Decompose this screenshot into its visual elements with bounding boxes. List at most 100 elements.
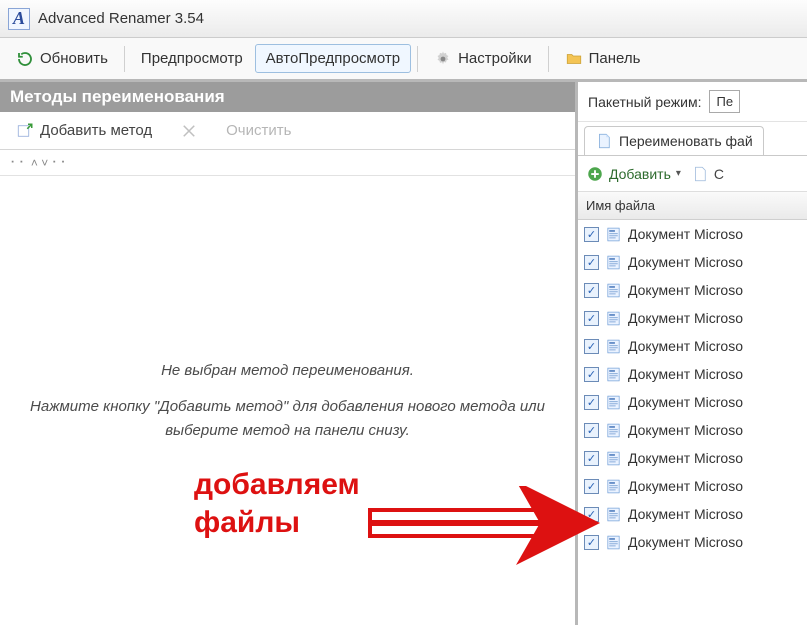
checkbox[interactable]: ✓ — [584, 451, 599, 466]
file-name: Документ Microso — [628, 478, 743, 494]
grid-header[interactable]: Имя файла — [578, 192, 807, 220]
tab-bar: Переименовать фай — [578, 122, 807, 156]
folder-icon — [565, 50, 583, 68]
create-folder-button[interactable]: С — [691, 165, 724, 183]
clear-label: Очистить — [226, 122, 291, 139]
window-title: Advanced Renamer 3.54 — [38, 10, 204, 27]
word-doc-icon — [605, 478, 622, 495]
checkbox[interactable]: ✓ — [584, 227, 599, 242]
word-doc-icon — [605, 226, 622, 243]
panel-label: Панель — [589, 50, 641, 67]
subtoolbar-glyphs: ⠂⠂ ˄ ˅ ⠂⠂ — [10, 156, 69, 170]
file-name: Документ Microso — [628, 506, 743, 522]
table-row[interactable]: ✓ Документ Microso — [578, 360, 807, 388]
tab-rename-files[interactable]: Переименовать фай — [584, 126, 764, 155]
add-files-button[interactable]: Добавить ▾ — [586, 165, 681, 183]
plus-icon — [586, 165, 604, 183]
checkbox[interactable]: ✓ — [584, 535, 599, 550]
add-files-label: Добавить — [609, 166, 671, 182]
table-row[interactable]: ✓ Документ Microso — [578, 528, 807, 556]
titlebar: A Advanced Renamer 3.54 — [0, 0, 807, 38]
table-row[interactable]: ✓ Документ Microso — [578, 388, 807, 416]
autopreview-label: АвтоПредпросмотр — [266, 50, 400, 67]
file-name: Документ Microso — [628, 338, 743, 354]
file-icon — [595, 132, 613, 150]
checkbox[interactable]: ✓ — [584, 479, 599, 494]
word-doc-icon — [605, 394, 622, 411]
checkbox[interactable]: ✓ — [584, 255, 599, 270]
file-name: Документ Microso — [628, 394, 743, 410]
methods-title: Методы переименования — [10, 87, 225, 107]
table-row[interactable]: ✓ Документ Microso — [578, 332, 807, 360]
checkbox[interactable]: ✓ — [584, 339, 599, 354]
table-row[interactable]: ✓ Документ Microso — [578, 276, 807, 304]
empty-line-2: Нажмите кнопку "Добавить метод" для доба… — [30, 395, 545, 443]
add-method-button[interactable]: Добавить метод — [8, 118, 160, 144]
table-row[interactable]: ✓ Документ Microso — [578, 304, 807, 332]
methods-panel: Методы переименования Добавить метод Очи… — [0, 82, 578, 625]
file-name: Документ Microso — [628, 534, 743, 550]
table-row[interactable]: ✓ Документ Microso — [578, 472, 807, 500]
methods-toolbar: Добавить метод Очистить — [0, 112, 575, 150]
delete-icon — [180, 122, 198, 140]
add-method-label: Добавить метод — [40, 122, 152, 139]
toolbar-separator — [548, 46, 549, 72]
files-panel: Пакетный режим: Пе Переименовать фай Доб… — [578, 82, 807, 625]
settings-button[interactable]: Настройки — [424, 45, 542, 73]
checkbox[interactable]: ✓ — [584, 283, 599, 298]
create-folder-label: С — [714, 166, 724, 182]
gear-icon — [434, 50, 452, 68]
word-doc-icon — [605, 254, 622, 271]
clear-methods-button: Очистить — [218, 118, 299, 143]
autopreview-button[interactable]: АвтоПредпросмотр — [255, 44, 411, 73]
app-icon: A — [8, 8, 30, 30]
table-row[interactable]: ✓ Документ Microso — [578, 248, 807, 276]
word-doc-icon — [605, 422, 622, 439]
settings-label: Настройки — [458, 50, 532, 67]
preview-button[interactable]: Предпросмотр — [131, 45, 253, 72]
batch-mode-select[interactable]: Пе — [709, 90, 740, 113]
word-doc-icon — [605, 282, 622, 299]
checkbox[interactable]: ✓ — [584, 311, 599, 326]
table-row[interactable]: ✓ Документ Microso — [578, 416, 807, 444]
main-toolbar: Обновить Предпросмотр АвтоПредпросмотр Н… — [0, 38, 807, 82]
new-file-icon — [691, 165, 709, 183]
column-filename: Имя файла — [586, 198, 655, 213]
word-doc-icon — [605, 506, 622, 523]
panel-button[interactable]: Панель — [555, 45, 651, 73]
add-method-icon — [16, 122, 34, 140]
preview-label: Предпросмотр — [141, 50, 243, 67]
word-doc-icon — [605, 338, 622, 355]
file-name: Документ Microso — [628, 226, 743, 242]
empty-line-1: Не выбран метод переименования. — [161, 359, 414, 383]
methods-header: Методы переименования — [0, 82, 575, 112]
methods-empty-state: Не выбран метод переименования. Нажмите … — [0, 176, 575, 625]
file-name: Документ Microso — [628, 450, 743, 466]
file-name: Документ Microso — [628, 310, 743, 326]
refresh-icon — [16, 50, 34, 68]
table-row[interactable]: ✓ Документ Microso — [578, 220, 807, 248]
checkbox[interactable]: ✓ — [584, 423, 599, 438]
refresh-button[interactable]: Обновить — [6, 45, 118, 73]
annotation-line-2: файлы — [194, 504, 360, 542]
file-list-toolbar: Добавить ▾ С — [578, 156, 807, 192]
checkbox[interactable]: ✓ — [584, 367, 599, 382]
word-doc-icon — [605, 366, 622, 383]
file-name: Документ Microso — [628, 282, 743, 298]
toolbar-separator — [417, 46, 418, 72]
batch-mode-label: Пакетный режим: — [588, 94, 701, 110]
file-list[interactable]: ✓ Документ Microso ✓ Документ Microso ✓ Докум… — [578, 220, 807, 625]
table-row[interactable]: ✓ Документ Microso — [578, 444, 807, 472]
table-row[interactable]: ✓ Документ Microso — [578, 500, 807, 528]
file-name: Документ Microso — [628, 254, 743, 270]
toolbar-separator — [124, 46, 125, 72]
methods-subtoolbar: ⠂⠂ ˄ ˅ ⠂⠂ — [0, 150, 575, 176]
checkbox[interactable]: ✓ — [584, 395, 599, 410]
annotation-text: добавляем файлы — [194, 466, 360, 541]
checkbox[interactable]: ✓ — [584, 507, 599, 522]
file-name: Документ Microso — [628, 366, 743, 382]
method-delete-button — [172, 118, 206, 144]
annotation-line-1: добавляем — [194, 466, 360, 504]
word-doc-icon — [605, 450, 622, 467]
file-name: Документ Microso — [628, 422, 743, 438]
